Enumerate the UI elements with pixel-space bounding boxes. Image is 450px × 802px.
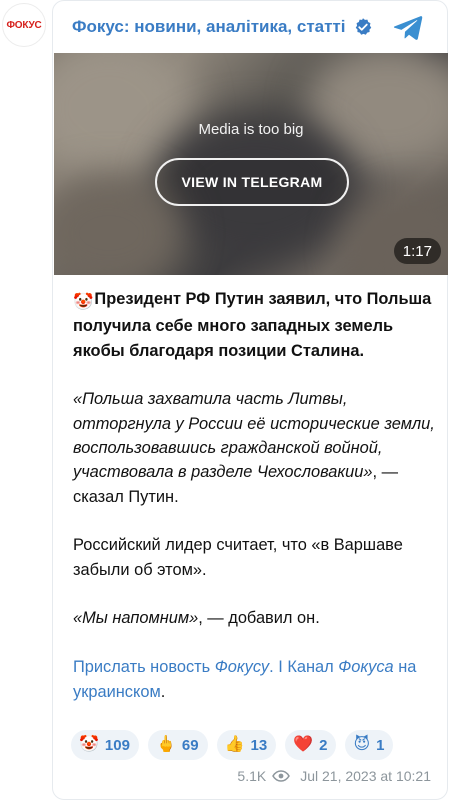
post-card: Фокус: новини, аналітика, статті Media i… <box>52 0 448 800</box>
avatar-text: ФОКУС <box>6 19 42 31</box>
video-duration: 1:17 <box>393 238 441 264</box>
telegram-logo-icon[interactable] <box>393 13 423 41</box>
media-notice: Media is too big <box>198 121 304 138</box>
reaction-count: 109 <box>104 736 130 754</box>
link-separator: I <box>273 658 288 677</box>
reaction-middle-finger[interactable]: 🖕 69 <box>147 730 208 760</box>
post-header: Фокус: новини, аналітика, статті <box>72 13 439 41</box>
post-text: 🤡Президент РФ Путин заявил, что Польша п… <box>73 287 443 728</box>
verified-badge-icon <box>355 18 371 35</box>
view-in-telegram-button[interactable]: VIEW IN TELEGRAM <box>155 158 349 206</box>
post-meta: 5.1K Jul 21, 2023 at 10:21 <box>237 766 431 786</box>
thumbs-up-icon: 👍 <box>224 736 245 753</box>
short-quote: «Мы напомним» <box>73 609 199 628</box>
short-quote-attribution: , — добавил он. <box>198 609 320 628</box>
reaction-count: 13 <box>250 736 268 754</box>
third-paragraph: «Мы напомним», — добавил он. <box>73 606 443 630</box>
clown-icon: 🤡 <box>79 736 99 753</box>
lead-paragraph: 🤡Президент РФ Путин заявил, что Польша п… <box>73 287 443 363</box>
channel-avatar[interactable]: ФОКУС <box>2 3 46 47</box>
middle-finger-icon: 🖕 <box>155 736 176 753</box>
reaction-devil[interactable]: 😈 1 <box>345 730 394 760</box>
reaction-heart[interactable]: ❤️ 2 <box>285 730 337 760</box>
devil-icon: 😈 <box>353 736 371 753</box>
video-preview[interactable]: Media is too big VIEW IN TELEGRAM 1:17 <box>54 53 448 275</box>
channel-title[interactable]: Фокус: новини, аналітика, статті <box>72 17 346 37</box>
reaction-count: 2 <box>319 736 328 754</box>
view-count: 5.1K <box>237 768 267 784</box>
links-paragraph: Прислать новость Фокусу. I Канал Фокуса … <box>73 658 417 701</box>
post-date[interactable]: Jul 21, 2023 at 10:21 <box>300 768 431 784</box>
quote-paragraph: «Польша захватила часть Литвы, отторгнул… <box>73 387 443 508</box>
eye-icon <box>272 770 291 782</box>
send-news-link[interactable]: Прислать новость Фокусу. <box>73 658 274 676</box>
lead-text: Президент РФ Путин заявил, что Польша по… <box>73 290 432 360</box>
clown-emoji-icon: 🤡 <box>73 293 94 311</box>
reaction-count: 69 <box>181 736 199 754</box>
second-paragraph: Российский лидер считает, что «в Варшаве… <box>73 536 403 579</box>
reaction-clown[interactable]: 🤡 109 <box>71 730 139 760</box>
heart-icon: ❤️ <box>293 736 314 753</box>
reaction-count: 1 <box>376 736 385 754</box>
reaction-thumbs-up[interactable]: 👍 13 <box>216 730 277 760</box>
reactions-bar: 🤡 109 🖕 69 👍 13 ❤️ 2 😈 1 <box>71 730 394 760</box>
